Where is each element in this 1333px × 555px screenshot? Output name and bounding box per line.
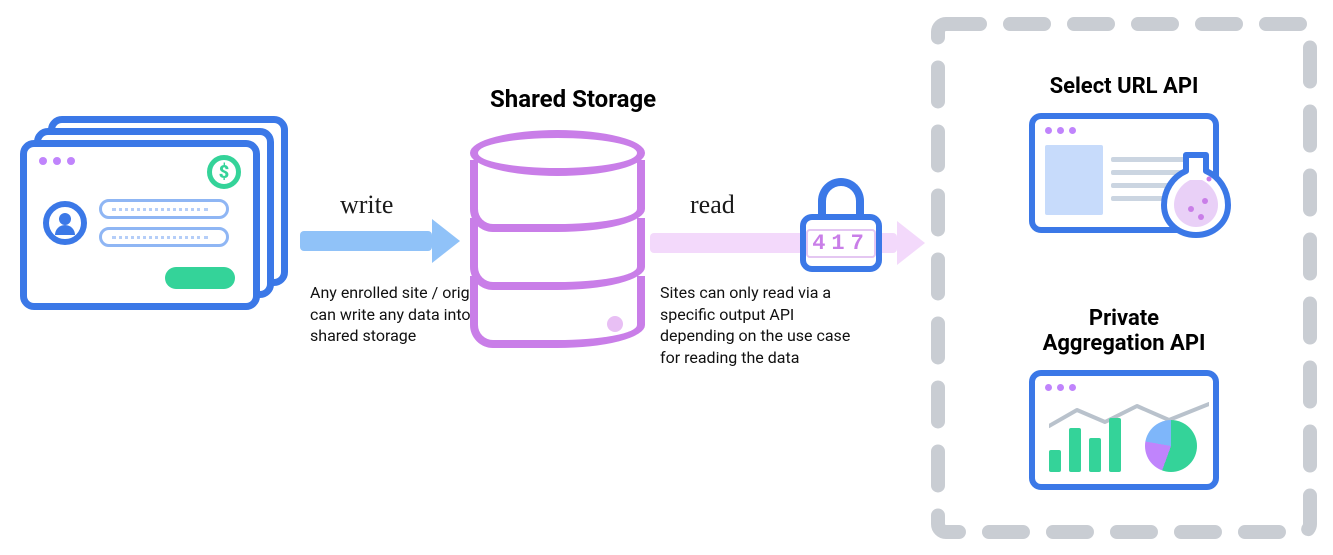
analytics-dashboard-icon (1029, 370, 1219, 490)
select-url-api-title: Select URL API (1029, 74, 1219, 99)
submit-button-icon (165, 267, 235, 289)
arrow-write-label: write (340, 190, 393, 220)
lock-icon: 417 (800, 178, 882, 278)
flask-icon (1161, 149, 1231, 239)
user-avatar-icon (43, 201, 87, 245)
arrow-read-caption: Sites can only read via a specific outpu… (660, 282, 870, 368)
private-aggregation-api-block: Private Aggregation API (1027, 306, 1221, 490)
arrow-write-icon (300, 230, 460, 252)
shared-storage-title: Shared Storage (490, 85, 656, 113)
lock-digits: 417 (806, 229, 876, 258)
browser-card-front: $ (20, 140, 260, 310)
arrow-read-icon (650, 232, 925, 254)
pie-chart-icon (1145, 420, 1197, 472)
database-cylinder-icon (470, 130, 645, 330)
dollar-circle-icon: $ (207, 155, 241, 189)
input-placeholder-icon (99, 199, 229, 219)
source-sites-icon: $ (20, 140, 290, 340)
input-placeholder-icon (99, 227, 229, 247)
browser-flask-icon (1029, 113, 1219, 233)
arrow-read-label: read (690, 190, 735, 220)
select-url-api-block: Select URL API (1029, 74, 1219, 233)
output-apis-container: Select URL API Private Aggregation API (930, 16, 1318, 540)
private-aggregation-api-title: Private Aggregation API (1027, 306, 1221, 356)
bar-chart-icon (1049, 412, 1121, 472)
